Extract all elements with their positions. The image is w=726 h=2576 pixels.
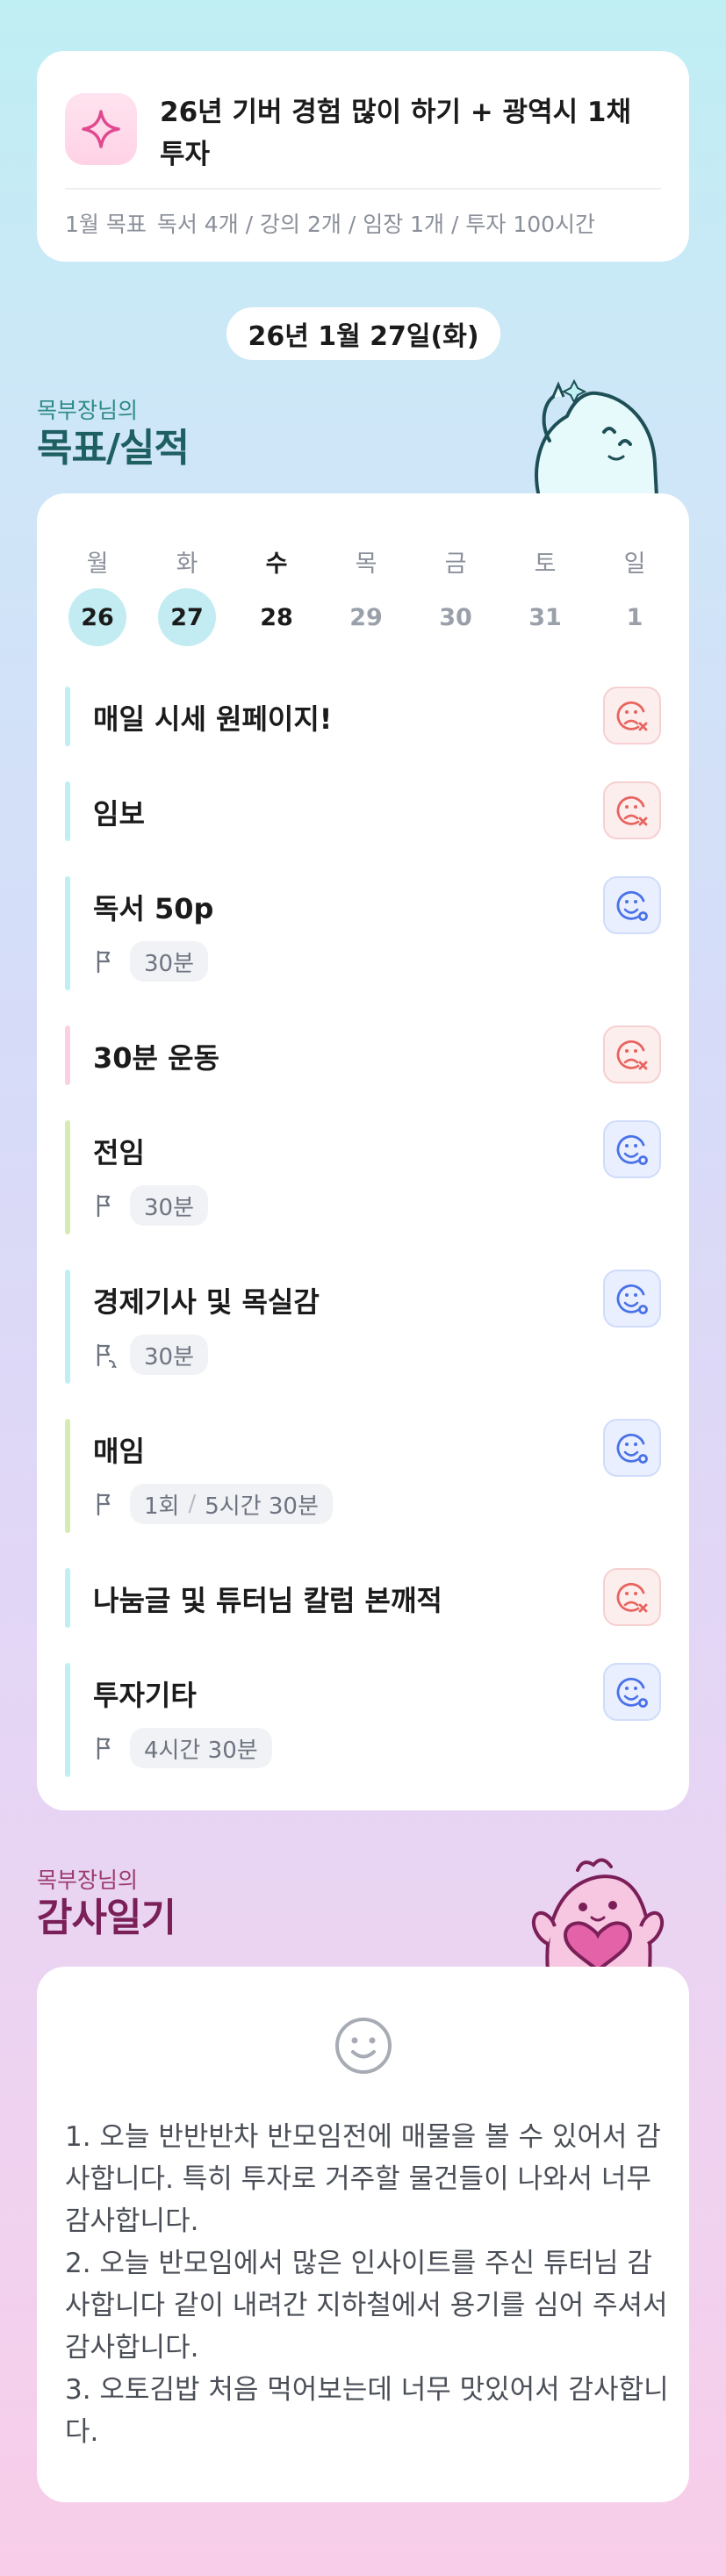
task-name: 매일 시세 원페이지! (93, 702, 333, 736)
task-duration-chip: 4시간 30분 (130, 1728, 272, 1768)
failed-status-icon[interactable] (603, 1025, 661, 1083)
done-status-icon[interactable] (603, 1270, 661, 1328)
task-color-bar (65, 1120, 70, 1234)
chip-separator: / (188, 1491, 197, 1517)
sparkle-icon (65, 93, 137, 165)
task-duration: 4시간 30분 (144, 1737, 258, 1764)
task-duration-chip: 1회 / 5시간 30분 (130, 1484, 333, 1524)
task-total-time: 5시간 30분 (205, 1493, 319, 1520)
weekday-label: 일 (623, 550, 646, 578)
done-status-icon[interactable] (603, 1663, 661, 1721)
goal-flag-icon (93, 948, 119, 975)
task-name: 투자기타 (93, 1679, 197, 1712)
weekday-label: 토 (534, 550, 557, 578)
task-color-bar (65, 1419, 70, 1533)
task-name: 나눔글 및 튜터님 칼럼 본깨적 (93, 1584, 442, 1617)
failed-status-icon[interactable] (603, 687, 661, 745)
task-color-bar (65, 876, 70, 990)
task-meta: 4시간 30분 (93, 1728, 272, 1768)
done-status-icon[interactable] (603, 1120, 661, 1178)
task-meta: 1회 / 5시간 30분 (93, 1484, 333, 1524)
task-name: 30분 운동 (93, 1041, 219, 1075)
task-duration-chip: 30분 (130, 941, 209, 982)
task-color-bar (65, 687, 70, 746)
task-color-bar (65, 1270, 70, 1384)
weekday-label: 월 (86, 550, 109, 578)
task-duration-chip: 30분 (130, 1185, 209, 1226)
task-color-bar (65, 1663, 70, 1777)
day-27-button[interactable]: 27 (158, 588, 216, 646)
heart-character-illustration (521, 1851, 671, 1973)
day-29-button[interactable]: 29 (337, 588, 395, 646)
task-item[interactable]: 매일 시세 원페이지! (65, 687, 661, 746)
task-meta: 30분 (93, 941, 209, 982)
task-name: 매임 (93, 1435, 145, 1468)
failed-status-icon[interactable] (603, 781, 661, 839)
task-item[interactable]: 전임 30분 (65, 1120, 661, 1234)
task-item[interactable]: 독서 50p 30분 (65, 876, 661, 990)
task-item[interactable]: 투자기타 4시간 30분 (65, 1663, 661, 1777)
task-name: 독서 50p (93, 892, 214, 925)
task-name: 경제기사 및 목실감 (93, 1285, 320, 1319)
task-name: 전임 (93, 1136, 145, 1169)
weekday-label: 수 (265, 550, 288, 578)
task-item[interactable]: 나눔글 및 튜터님 칼럼 본깨적 (65, 1568, 661, 1628)
repeat-flag-icon (93, 1342, 119, 1369)
monthly-goal-label: 1월 목표 (65, 212, 147, 237)
day-26-button[interactable]: 26 (68, 588, 126, 646)
task-duration: 30분 (144, 950, 195, 977)
current-date[interactable]: 26년 1월 27일(화) (226, 307, 500, 360)
gratitude-diary-card[interactable]: 1. 오늘 반반반차 반모임전에 매물을 볼 수 있어서 감사합니다. 특히 투… (37, 1967, 689, 2502)
goals-section-title: 목표/실적 (37, 426, 190, 471)
task-color-bar (65, 781, 70, 841)
task-item[interactable]: 30분 운동 (65, 1025, 661, 1085)
divider (65, 188, 661, 190)
weekday-label: 금 (444, 550, 467, 578)
task-color-bar (65, 1568, 70, 1628)
task-item[interactable]: 경제기사 및 목실감 30분 (65, 1270, 661, 1384)
task-duration: 30분 (144, 1194, 195, 1221)
yearly-goal-title: 26년 기버 경험 많이 하기 + 광역시 1채 투자 (160, 97, 631, 170)
task-meta: 30분 (93, 1185, 209, 1226)
waving-character-illustration (523, 378, 664, 499)
day-31-button[interactable]: 31 (516, 588, 574, 646)
done-status-icon[interactable] (603, 876, 661, 934)
day-1-button[interactable]: 1 (606, 588, 664, 646)
task-duration: 1회 (144, 1493, 180, 1520)
task-color-bar (65, 1025, 70, 1085)
yearly-goal-card[interactable]: 26년 기버 경험 많이 하기 + 광역시 1채 투자 1월 목표 독서 4개 /… (37, 51, 689, 262)
weekday-label: 화 (176, 550, 198, 578)
weekday-label: 목 (355, 550, 377, 578)
goals-list-card: 월 26 화 27 수 28 목 29 금 30 토 31 일 1 매일 시세 원페이지! 임보독서 50p… (37, 493, 689, 1810)
goal-flag-icon (93, 1491, 119, 1517)
goal-flag-icon (93, 1192, 119, 1219)
gratitude-entry: 3. 오토김밥 처음 먹어보는데 너무 맛있어서 감사합니다. (65, 2374, 669, 2448)
day-28-button[interactable]: 28 (248, 588, 305, 646)
task-name: 임보 (93, 797, 145, 831)
gratitude-entry: 1. 오늘 반반반차 반모임전에 매물을 볼 수 있어서 감사합니다. 특히 투… (65, 2121, 661, 2237)
task-item[interactable]: 매임 1회 / 5시간 30분 (65, 1419, 661, 1533)
monthly-goal-text: 독서 4개 / 강의 2개 / 임장 1개 / 투자 100시간 (156, 212, 596, 237)
task-duration: 30분 (144, 1343, 195, 1371)
monthly-goal-summary: 1월 목표 독서 4개 / 강의 2개 / 임장 1개 / 투자 100시간 (65, 207, 595, 239)
smile-icon (334, 2016, 393, 2076)
day-30-button[interactable]: 30 (427, 588, 485, 646)
gratitude-entry: 2. 오늘 반모임에서 많은 인사이트를 주신 튜터님 감사합니다 같이 내려간… (65, 2248, 668, 2364)
task-item[interactable]: 임보 (65, 781, 661, 841)
task-duration-chip: 30분 (130, 1335, 209, 1375)
goal-flag-icon (93, 1735, 119, 1761)
gratitude-entries: 1. 오늘 반반반차 반모임전에 매물을 볼 수 있어서 감사합니다. 특히 투… (65, 2116, 671, 2453)
done-status-icon[interactable] (603, 1419, 661, 1477)
task-meta: 30분 (93, 1335, 209, 1375)
failed-status-icon[interactable] (603, 1568, 661, 1626)
gratitude-section-title: 감사일기 (37, 1896, 176, 1940)
